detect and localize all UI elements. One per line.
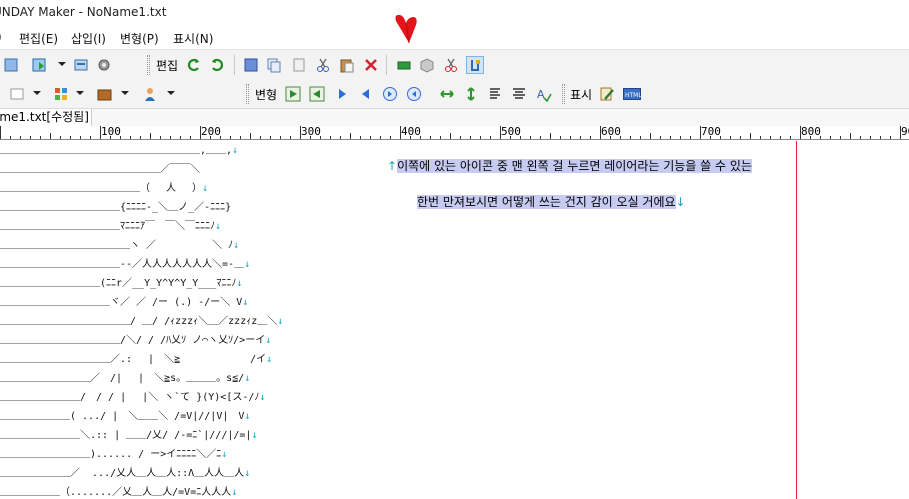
ruler-number: 100 [101, 126, 121, 138]
undo-icon[interactable] [185, 56, 203, 74]
toolbar-separator [234, 55, 235, 75]
align-left-icon[interactable] [486, 85, 504, 103]
menu-bar: ) 편집(E) 삽입(I) 변형(P) 표시(N) [0, 27, 909, 49]
redo-icon[interactable] [208, 56, 226, 74]
layer-icon[interactable] [395, 56, 413, 74]
ascii-art-line: ＿＿＿＿＿＿＿＿＿／ /| | ＼≧s。＿＿＿。s≦/↓ [0, 373, 251, 384]
open-icon[interactable] [2, 56, 20, 74]
toggle-icon[interactable] [466, 56, 484, 74]
svg-text:HTML: HTML [625, 92, 641, 99]
ruler-number: 500 [501, 126, 521, 138]
box-icon[interactable] [418, 56, 436, 74]
text-editor-area[interactable]: ＿＿＿＿＿＿＿＿＿＿＿＿＿＿＿＿＿＿＿＿,＿＿,↓ ＿＿＿＿＿＿＿＿＿＿＿＿＿＿… [0, 141, 909, 499]
play-icon[interactable] [284, 85, 302, 103]
transform-group-label: 변형 [255, 88, 278, 102]
save-dropdown-arrow[interactable] [58, 62, 66, 66]
ascii-art-line: ＿＿＿＿＿＿＿＿＿＿＿＿/＼/ / /ﾊ乂ｿ ノ⌒ヽ乂ｿ/>ーイ↓ [0, 335, 272, 346]
ascii-art-line: ＿＿＿＿＿＿＿＿＿＿＿＿＿＿＿＿／￣￣＼ [0, 164, 200, 175]
annotation-text-line-1: ↑이쪽에 있는 아이콘 중 맨 왼쪽 걸 누르면 레이어라는 기능을 쓸 수 있… [387, 159, 752, 173]
ascii-art-line: ＿＿＿＿＿＿＿＿＿＿＿＿{ﾆﾆﾆﾆ-_＼＿ノ_／-ﾆﾆﾆ} [0, 202, 232, 213]
spell-icon[interactable]: A [535, 85, 553, 103]
ruler-number: 300 [301, 126, 321, 138]
tab-document[interactable]: ame1.txt[수정됨] [0, 109, 92, 126]
save-icon[interactable] [30, 56, 48, 74]
display-group-label: 표시 [570, 88, 593, 102]
ascii-art-line: ＿＿＿＿＿＿＿＿＿)...... / ー>イﾆﾆﾆﾆ＼／ﾆ↓ [0, 449, 228, 460]
tab-document-label: ame1.txt[수정됨] [0, 110, 89, 124]
menu-transform[interactable]: 변형(P) [120, 30, 159, 47]
align-center-icon[interactable] [510, 85, 528, 103]
ascii-art-line: ＿＿＿＿＿＿＿＿＿＿＿＿＿ヽ ／ ＼ ﾉ↓ [0, 240, 240, 251]
ruler-number: 800 [801, 126, 821, 138]
print-icon[interactable] [72, 56, 90, 74]
skip-right-icon[interactable] [381, 85, 399, 103]
ruler-ticks [0, 126, 901, 139]
ascii-art-line: ＿＿＿＿＿＿＿＿＿＿＿＿ﾏﾆﾆﾆｱ￣ ￣＼￣ﾆﾆﾆﾉ↓ [0, 221, 222, 232]
grid-dropdown-arrow[interactable] [76, 91, 84, 95]
scissors-icon[interactable] [442, 56, 460, 74]
vertical-arrows-icon[interactable] [462, 85, 480, 103]
edit-group-label: 편집 [156, 59, 179, 73]
ascii-art-line: ＿＿＿＿＿＿＿( .../ | ＼＿＿＼ /=V|//|V| V↓ [0, 411, 251, 422]
edit-pencil-icon[interactable] [598, 85, 616, 103]
html-icon[interactable]: HTML [623, 85, 641, 103]
ascii-art-line: ＿＿＿＿＿＿＿＿＼.:: | ＿＿/乂/ /-=ﾆ`|///|/=|↓ [0, 430, 258, 441]
new-page-dropdown-arrow[interactable] [33, 91, 41, 95]
folder-dropdown-arrow[interactable] [121, 91, 129, 95]
new-page-icon[interactable] [8, 85, 26, 103]
toolbar-grip[interactable] [246, 84, 249, 104]
paste-clipboard-icon[interactable] [338, 56, 356, 74]
menu-insert[interactable]: 삽입(I) [71, 30, 106, 47]
arrow-right-icon[interactable] [333, 85, 351, 103]
ascii-art-line: ＿＿＿＿＿＿＿＿＿＿＿／.: | ＼≧ /イ↓ [0, 354, 273, 365]
toolbar-main: 편집 [0, 49, 909, 79]
delete-icon[interactable] [362, 56, 380, 74]
select-all-icon[interactable] [242, 56, 260, 74]
right-margin-line [796, 141, 797, 499]
menu-view[interactable]: 표시(N) [173, 30, 213, 47]
menu-file[interactable]: ) [0, 30, 2, 44]
copy-icon[interactable] [265, 56, 283, 74]
grid-icon[interactable] [52, 85, 70, 103]
cut-icon[interactable] [314, 56, 332, 74]
ascii-art-line: ＿＿＿＿＿＿＿／ .../乂人＿人＿人::Λ＿人人＿人↓ [0, 468, 251, 479]
horizontal-arrows-icon[interactable] [438, 85, 456, 103]
ascii-art-line: ＿＿＿＿＿＿＿＿＿＿(ﾆﾆr／__Y_Y^Y^Y_Y___ﾏﾆﾆﾉ↓ [0, 278, 243, 289]
ascii-art-line: ＿＿＿＿＿＿＿＿＿＿＿＿＿/ ＿/ /ｨzzzｨ＼＿／zzzｨz＿＼↓ [0, 316, 284, 327]
menu-edit[interactable]: 편집(E) [19, 30, 58, 47]
ruler: 100 200 300 400 500 600 700 800 900 [0, 126, 909, 140]
toolbar-transform: 변형 A 표시 HTML [0, 79, 909, 109]
ascii-art-line: ＿＿＿＿＿＿＿＿＿＿＿＿＿＿＿＿＿＿＿＿,＿＿,↓ [0, 145, 239, 156]
ruler-number: 200 [201, 126, 221, 138]
toolbar-grip[interactable] [147, 55, 150, 75]
settings-icon[interactable] [95, 56, 113, 74]
skip-left-icon[interactable] [405, 85, 423, 103]
ascii-art-line: ＿＿＿＿＿＿＿＿＿＿＿ヾ／ ／ /ー (.) -/ー＼ V↓ [0, 297, 249, 308]
ruler-number: 700 [701, 126, 721, 138]
folder-icon[interactable] [95, 85, 113, 103]
play-back-icon[interactable] [308, 85, 326, 103]
toolbar-grip[interactable] [562, 84, 565, 104]
annotation-arrow-icon [395, 15, 417, 44]
ruler-number: 900 [901, 126, 909, 138]
ascii-art-line: ＿＿＿＿＿＿（.......／乂＿人＿人/=V=ﾆ人人人↓ [0, 487, 238, 498]
ascii-art-line: ＿＿＿＿＿＿＿＿＿＿＿＿--／人人人人人人人＼=-＿↓ [0, 259, 251, 270]
ruler-number: 400 [401, 126, 421, 138]
annotation-text-line-2: 한번 만져보시면 어떻게 쓰는 건지 감이 오실 거에요↓ [417, 195, 686, 209]
toolbar-separator [386, 55, 387, 75]
window-title: UNDAY Maker - NoName1.txt [0, 5, 167, 19]
ascii-art-line: ＿＿＿＿＿＿＿＿/ / / | |＼ ヽ`て }(Y)<[ス-/ﾉ↓ [0, 392, 266, 403]
arrow-left-icon[interactable] [357, 85, 375, 103]
svg-text:A: A [537, 88, 545, 101]
document-tab-bar: ame1.txt[수정됨] [0, 109, 909, 126]
paste-icon[interactable] [290, 56, 308, 74]
title-bar: UNDAY Maker - NoName1.txt [0, 0, 909, 26]
user-icon[interactable] [141, 85, 159, 103]
ascii-art-line: ＿＿＿＿＿＿＿＿＿＿＿＿＿＿（ 人 ）↓ [0, 183, 209, 194]
user-dropdown-arrow[interactable] [167, 91, 175, 95]
ruler-number: 600 [601, 126, 621, 138]
